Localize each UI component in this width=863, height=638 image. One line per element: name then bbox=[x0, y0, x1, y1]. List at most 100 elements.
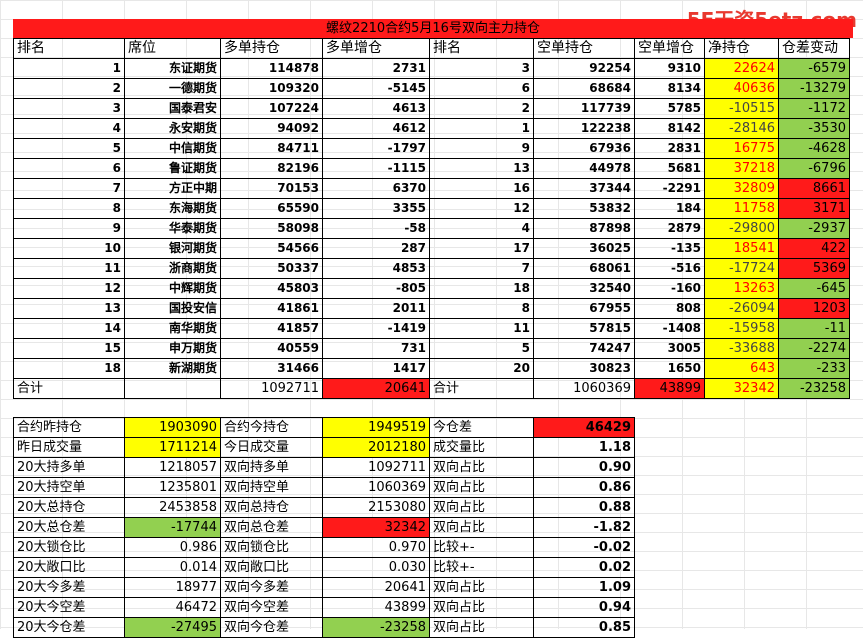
summary-label-3: 比较+- bbox=[429, 557, 534, 578]
diff-cell: -4628 bbox=[778, 138, 850, 159]
rank-cell: 2 bbox=[13, 78, 125, 99]
summary-value-2: 2153080 bbox=[322, 497, 430, 518]
long-change-cell: -5145 bbox=[322, 78, 430, 99]
long-cell: 65590 bbox=[220, 198, 323, 219]
short-cell: 57815 bbox=[533, 318, 635, 339]
long-cell: 40559 bbox=[220, 338, 323, 359]
short-cell: 117739 bbox=[533, 98, 635, 119]
short-change-cell: 3005 bbox=[634, 338, 705, 359]
short-cell: 53832 bbox=[533, 198, 635, 219]
summary-label-1: 20大锁仓比 bbox=[13, 537, 125, 558]
summary-value-3: -1.82 bbox=[533, 517, 635, 538]
short-cell: 68061 bbox=[533, 258, 635, 279]
rank-cell: 9 bbox=[13, 218, 125, 239]
summary-label-2: 双向今多差 bbox=[220, 577, 323, 598]
summary-label-1: 20大总仓差 bbox=[13, 517, 125, 538]
summary-label-2: 双向总持仓 bbox=[220, 497, 323, 518]
rank-cell: 13 bbox=[13, 298, 125, 319]
net-cell: 37218 bbox=[704, 158, 779, 179]
rank-cell: 11 bbox=[13, 258, 125, 279]
short-change-cell: 5681 bbox=[634, 158, 705, 179]
seat-cell: 中信期货 bbox=[124, 138, 221, 159]
summary-label-1: 20大敞口比 bbox=[13, 557, 125, 578]
summary-value-3: -0.02 bbox=[533, 537, 635, 558]
summary-value-2: 20641 bbox=[322, 577, 430, 598]
summary-value-2: 1092711 bbox=[322, 457, 430, 478]
short-rank-cell: 4 bbox=[429, 218, 534, 239]
short-rank-cell: 7 bbox=[429, 258, 534, 279]
long-cell: 41861 bbox=[220, 298, 323, 319]
short-cell: 92254 bbox=[533, 58, 635, 79]
seat-cell: 华泰期货 bbox=[124, 218, 221, 239]
total-row: 合计 1092711 20641 合计 1060369 43899 32342 -23258 bbox=[13, 378, 850, 399]
short-cell: 74247 bbox=[533, 338, 635, 359]
long-change-cell: 4612 bbox=[322, 118, 430, 139]
summary-value-3: 0.86 bbox=[533, 477, 635, 498]
short-rank-cell: 8 bbox=[429, 298, 534, 319]
summary-label-2: 双向总仓差 bbox=[220, 517, 323, 538]
header-diff: 仓差变动 bbox=[778, 38, 850, 59]
summary-label-2: 双向持空单 bbox=[220, 477, 323, 498]
short-rank-cell: 20 bbox=[429, 358, 534, 379]
short-change-cell: 2831 bbox=[634, 138, 705, 159]
summary-label-1: 20大今空差 bbox=[13, 597, 125, 618]
short-rank-cell: 18 bbox=[429, 278, 534, 299]
summary-label-3: 成交量比 bbox=[429, 437, 534, 458]
diff-cell: -233 bbox=[778, 358, 850, 379]
header-long: 多单持仓 bbox=[220, 38, 323, 59]
summary-value-1: 0.014 bbox=[124, 557, 221, 578]
summary-label-2: 双向持多单 bbox=[220, 457, 323, 478]
long-cell: 94092 bbox=[220, 118, 323, 139]
table-row: 12 中辉期货 45803 -805 18 32540 -160 13263 -645 bbox=[13, 278, 850, 299]
long-change-cell: 287 bbox=[322, 238, 430, 259]
summary-label-3: 双向占比 bbox=[429, 517, 534, 538]
long-change-cell: -1419 bbox=[322, 318, 430, 339]
summary-label-2: 合约今持仓 bbox=[220, 417, 323, 438]
long-cell: 107224 bbox=[220, 98, 323, 119]
summary-row: 20大锁仓比 0.986 双向锁仓比 0.970 比较+- -0.02 bbox=[13, 537, 635, 558]
summary-label-3: 双向占比 bbox=[429, 497, 534, 518]
summary-label-3: 双向占比 bbox=[429, 597, 534, 618]
short-change-cell: 8134 bbox=[634, 78, 705, 99]
summary-row: 20大总持仓 2453858 双向总持仓 2153080 双向占比 0.88 bbox=[13, 497, 635, 518]
long-change-cell: 731 bbox=[322, 338, 430, 359]
summary-label-2: 双向今空差 bbox=[220, 597, 323, 618]
summary-value-2: 32342 bbox=[322, 517, 430, 538]
seat-cell: 银河期货 bbox=[124, 238, 221, 259]
header-short: 空单持仓 bbox=[533, 38, 635, 59]
summary-row: 合约昨持仓 1903090 合约今持仓 1949519 今仓差 46429 bbox=[13, 417, 635, 438]
summary-label-1: 20大今仓差 bbox=[13, 617, 125, 638]
summary-value-3: 0.85 bbox=[533, 617, 635, 638]
summary-row: 20大今空差 46472 双向今空差 43899 双向占比 0.94 bbox=[13, 597, 635, 618]
rank-cell: 14 bbox=[13, 318, 125, 339]
header-short-change: 空单增仓 bbox=[634, 38, 705, 59]
long-cell: 31466 bbox=[220, 358, 323, 379]
diff-cell: -1172 bbox=[778, 98, 850, 119]
diff-cell: 8661 bbox=[778, 178, 850, 199]
net-cell: -26094 bbox=[704, 298, 779, 319]
summary-label-3: 今仓差 bbox=[429, 417, 534, 438]
summary-row: 20大今仓差 -27495 双向今仓差 -23258 双向占比 0.85 bbox=[13, 617, 635, 638]
short-rank-cell: 6 bbox=[429, 78, 534, 99]
net-cell: -28146 bbox=[704, 118, 779, 139]
long-cell: 70153 bbox=[220, 178, 323, 199]
total-label: 合计 bbox=[13, 378, 125, 399]
short-rank-cell: 2 bbox=[429, 98, 534, 119]
diff-cell: -2937 bbox=[778, 218, 850, 239]
long-change-cell: -1797 bbox=[322, 138, 430, 159]
net-cell: -33688 bbox=[704, 338, 779, 359]
diff-cell: -6796 bbox=[778, 158, 850, 179]
summary-value-1: 0.986 bbox=[124, 537, 221, 558]
short-rank-cell: 1 bbox=[429, 118, 534, 139]
long-change-cell: -805 bbox=[322, 278, 430, 299]
table-row: 4 永安期货 94092 4612 1 122238 8142 -28146 -3530 bbox=[13, 118, 850, 139]
short-change-cell: 2879 bbox=[634, 218, 705, 239]
short-rank-cell: 17 bbox=[429, 238, 534, 259]
rank-cell: 12 bbox=[13, 278, 125, 299]
summary-value-3: 0.02 bbox=[533, 557, 635, 578]
table-row: 3 国泰君安 107224 4613 2 117739 5785 -10515 -1172 bbox=[13, 98, 850, 119]
header-row: 排名 席位 多单持仓 多单增仓 排名 空单持仓 空单增仓 净持仓 仓差变动 bbox=[13, 38, 850, 59]
net-cell: -29800 bbox=[704, 218, 779, 239]
table-title: 螺纹2210合约5月16号双向主力持仓 bbox=[13, 19, 853, 38]
long-change-cell: -1115 bbox=[322, 158, 430, 179]
